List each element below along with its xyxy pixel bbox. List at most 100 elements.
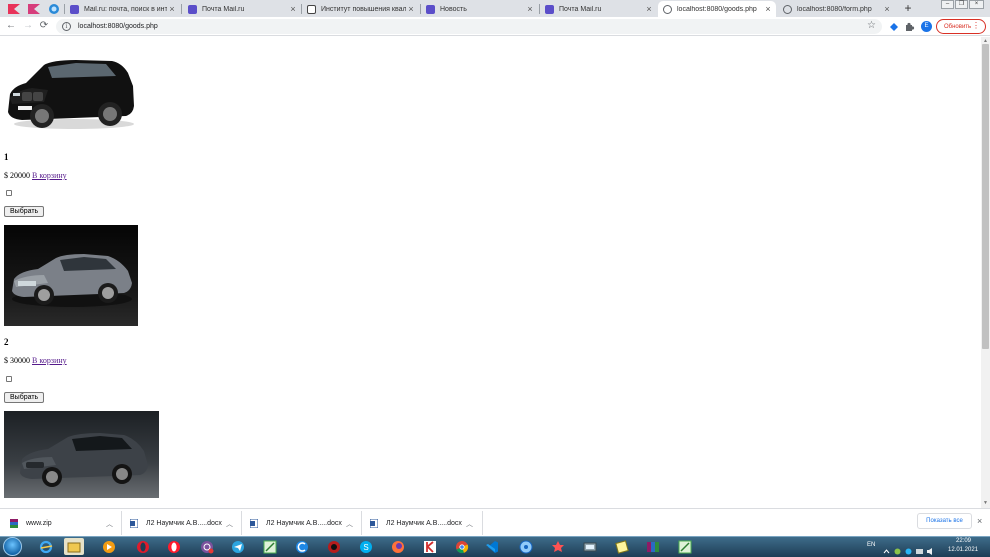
reload-icon[interactable]: ⟳ bbox=[38, 20, 50, 32]
app-icon[interactable] bbox=[548, 538, 568, 555]
firefox-icon[interactable] bbox=[388, 538, 408, 555]
network-icon[interactable] bbox=[916, 542, 923, 554]
add-to-cart-link[interactable]: В корзину bbox=[32, 171, 67, 180]
puzzle-extensions-icon[interactable] bbox=[904, 21, 915, 32]
app-icon[interactable] bbox=[675, 538, 695, 555]
program-icon[interactable] bbox=[324, 538, 344, 555]
update-button[interactable]: Обновить ⋮ bbox=[936, 19, 986, 34]
close-tab-icon[interactable]: × bbox=[882, 4, 892, 14]
forward-arrow-icon[interactable]: → bbox=[22, 20, 34, 32]
internet-explorer-icon[interactable] bbox=[36, 538, 56, 555]
chevron-up-icon[interactable]: ︿ bbox=[226, 519, 233, 529]
pinned-mail-icon bbox=[28, 3, 40, 14]
close-tab-icon[interactable]: × bbox=[406, 4, 416, 14]
download-item[interactable]: Л2 Наумчик А.В.....docx ︿ bbox=[250, 509, 360, 537]
site-info-icon[interactable]: i bbox=[62, 22, 71, 31]
close-tab-icon[interactable]: × bbox=[763, 4, 773, 14]
skype-icon[interactable]: S bbox=[356, 538, 376, 555]
media-player-icon[interactable] bbox=[99, 538, 119, 555]
show-all-downloads-button[interactable]: Показать все bbox=[917, 513, 972, 529]
address-bar[interactable]: i localhost:8080/goods.php ☆ bbox=[56, 19, 882, 34]
vscode-icon[interactable] bbox=[482, 538, 502, 555]
tray-app-icon[interactable] bbox=[894, 542, 901, 555]
product-checkbox[interactable] bbox=[6, 376, 12, 382]
app-icon[interactable] bbox=[643, 538, 663, 555]
tab-title: Новость bbox=[440, 5, 467, 13]
tab[interactable]: Mail.ru: почта, поиск в интер... × bbox=[65, 1, 180, 17]
close-window-button[interactable]: × bbox=[969, 0, 984, 9]
page-scrollbar[interactable]: ▲ ▼ bbox=[981, 37, 990, 508]
close-tab-icon[interactable]: × bbox=[288, 4, 298, 14]
chevron-up-icon[interactable]: ︿ bbox=[346, 519, 353, 529]
minimize-button[interactable]: – bbox=[941, 0, 954, 9]
product-name: 1 bbox=[4, 152, 9, 162]
winrar-icon bbox=[10, 518, 18, 528]
close-download-shelf-icon[interactable]: × bbox=[977, 516, 982, 526]
product-checkbox[interactable] bbox=[6, 190, 12, 196]
download-separator bbox=[361, 511, 362, 535]
tray-app-icon[interactable] bbox=[905, 542, 912, 555]
kebab-menu-icon[interactable]: ⋮ bbox=[972, 21, 980, 30]
tab-active[interactable]: localhost:8080/goods.php × bbox=[658, 1, 776, 17]
product-name: 2 bbox=[4, 337, 9, 347]
mail-favicon-icon bbox=[70, 4, 79, 14]
extension-icon[interactable] bbox=[888, 21, 899, 32]
select-button[interactable]: Выбрать bbox=[4, 206, 45, 217]
news-favicon-icon bbox=[426, 4, 435, 14]
add-to-cart-link[interactable]: В корзину bbox=[32, 356, 67, 365]
word-doc-icon bbox=[370, 518, 378, 528]
word-doc-icon bbox=[130, 518, 138, 528]
maximize-button[interactable]: ❐ bbox=[955, 0, 968, 9]
download-separator bbox=[121, 511, 122, 535]
chevron-up-icon[interactable]: ︿ bbox=[466, 519, 473, 529]
chrome-icon[interactable] bbox=[452, 538, 472, 555]
kaspersky-icon[interactable] bbox=[420, 538, 440, 555]
close-tab-icon[interactable]: × bbox=[644, 4, 654, 14]
tab[interactable]: Институт повышения квалиф... × bbox=[302, 1, 419, 17]
app-icon[interactable] bbox=[612, 538, 632, 555]
download-separator bbox=[241, 511, 242, 535]
scroll-thumb[interactable] bbox=[982, 44, 989, 349]
app-icon[interactable] bbox=[516, 538, 536, 555]
download-item[interactable]: Л2 Наумчик А.В.....docx ︿ bbox=[130, 509, 240, 537]
clock-time[interactable]: 22:09 bbox=[956, 538, 971, 544]
pinned-tab[interactable] bbox=[6, 2, 22, 15]
document-favicon-icon bbox=[307, 4, 316, 14]
pinned-tab[interactable] bbox=[26, 2, 42, 15]
tab[interactable]: Почта Mail.ru × bbox=[540, 1, 657, 17]
language-indicator[interactable]: EN bbox=[867, 542, 875, 548]
windows-start-button[interactable] bbox=[3, 537, 22, 556]
opera-icon[interactable] bbox=[133, 538, 153, 555]
opera-gx-icon[interactable] bbox=[164, 538, 184, 555]
telegram-icon[interactable] bbox=[228, 538, 248, 555]
tab[interactable]: Новость × bbox=[421, 1, 538, 17]
download-item[interactable]: www.zip ︿ bbox=[10, 509, 118, 537]
globe-icon bbox=[663, 4, 672, 14]
bookmark-star-icon[interactable]: ☆ bbox=[867, 20, 876, 31]
new-tab-button[interactable]: + bbox=[901, 1, 915, 16]
scroll-down-arrow-icon[interactable]: ▼ bbox=[981, 499, 990, 508]
download-item[interactable]: Л2 Наумчик А.В.....docx ︿ bbox=[370, 509, 480, 537]
image-editor-icon[interactable] bbox=[260, 538, 280, 555]
close-tab-icon[interactable]: × bbox=[167, 4, 177, 14]
chevron-up-icon[interactable]: ︿ bbox=[106, 519, 113, 529]
show-hidden-icons-icon[interactable] bbox=[883, 542, 890, 554]
tab[interactable]: localhost:8080/form.php × bbox=[778, 1, 895, 17]
ccleaner-icon[interactable] bbox=[292, 538, 312, 555]
price-currency: $ bbox=[4, 171, 8, 180]
volume-icon[interactable] bbox=[927, 542, 934, 555]
tab[interactable]: Почта Mail.ru × bbox=[183, 1, 301, 17]
app-icon[interactable] bbox=[580, 538, 600, 555]
viber-icon[interactable] bbox=[197, 538, 217, 555]
close-tab-icon[interactable]: × bbox=[525, 4, 535, 14]
select-button[interactable]: Выбрать bbox=[4, 392, 45, 403]
browser-tab-strip: Mail.ru: почта, поиск в интер... × Почта… bbox=[0, 0, 990, 17]
download-filename: Л2 Наумчик А.В.....docx bbox=[266, 519, 342, 527]
file-manager-icon[interactable] bbox=[64, 538, 84, 555]
price-value: 20000 bbox=[10, 171, 30, 180]
clock-date[interactable]: 12.01.2021 bbox=[948, 547, 978, 553]
tab-title: localhost:8080/goods.php bbox=[677, 5, 757, 13]
profile-avatar[interactable]: E bbox=[921, 21, 932, 32]
pinned-tab[interactable] bbox=[46, 2, 62, 15]
back-arrow-icon[interactable]: ← bbox=[5, 20, 17, 32]
